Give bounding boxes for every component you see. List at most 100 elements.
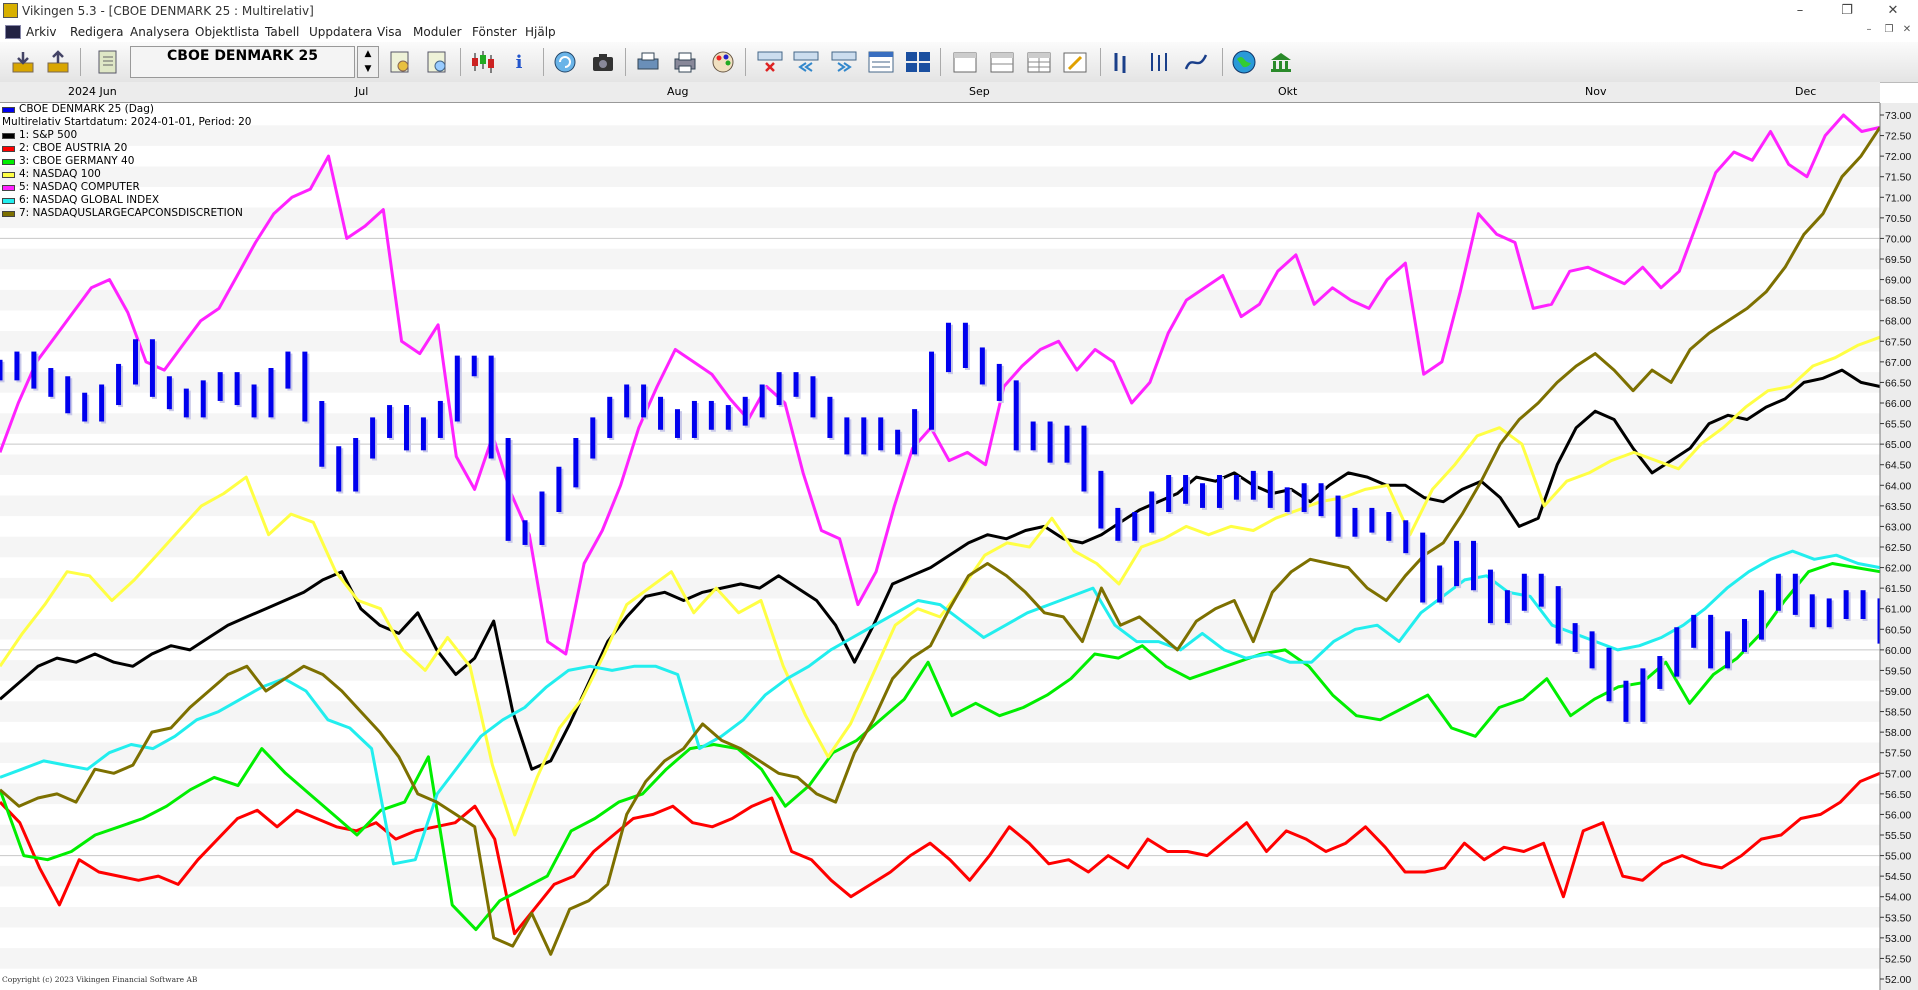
calendar-edit-icon[interactable]	[1060, 47, 1090, 77]
month-label: Okt	[1278, 85, 1298, 98]
globe-icon[interactable]	[1229, 47, 1259, 77]
mdi-close-button[interactable]: ✕	[1898, 24, 1916, 40]
legend-entry[interactable]: 6: NASDAQ GLOBAL INDEX	[2, 194, 251, 207]
symbol-spinner[interactable]: ▲ ▼	[357, 46, 379, 78]
multirelative-chart[interactable]: 52.00 52.50 53.00 53.50 54.00 54.50 55.00 55.50…	[0, 103, 1918, 990]
mdi-minimize-button[interactable]: –	[1860, 24, 1878, 40]
legend-subtitle-text: Multirelativ Startdatum: 2024-01-01, Per…	[2, 116, 252, 128]
close-button[interactable]: ✕	[1878, 2, 1908, 20]
y-tick-label: 67.50	[1885, 336, 1911, 348]
y-tick-label: 59.50	[1885, 665, 1911, 677]
y-tick-label: 69.50	[1885, 254, 1911, 266]
legend-entry[interactable]: 1: S&P 500	[2, 129, 251, 142]
grid-band	[0, 701, 1880, 722]
document-icon[interactable]	[5, 25, 21, 39]
spin-down-arrow[interactable]: ▼	[358, 62, 378, 77]
y-tick-label: 54.50	[1885, 871, 1911, 883]
y-tick-label: 60.00	[1885, 645, 1911, 657]
app-icon	[3, 3, 18, 18]
grid-band	[0, 536, 1880, 558]
grid-band	[0, 742, 1880, 763]
legend-entry[interactable]: 2: CBOE AUSTRIA 20	[2, 142, 251, 155]
legend-entry[interactable]: 3: CBOE GERMANY 40	[2, 155, 251, 168]
candlestick-chart-icon[interactable]	[468, 47, 498, 77]
line-chart-icon[interactable]	[1181, 47, 1211, 77]
legend-swatch	[2, 158, 15, 165]
menu-objektlista[interactable]: Objektlista	[195, 25, 259, 39]
close-chart-icon[interactable]	[755, 47, 785, 77]
menu-redigera[interactable]: Redigera	[70, 25, 123, 39]
grid-band	[0, 372, 1880, 393]
month-label: Sep	[969, 85, 990, 98]
calendar-month-icon[interactable]	[1024, 47, 1054, 77]
scroll-back-icon[interactable]	[791, 47, 821, 77]
y-tick-label: 66.00	[1885, 398, 1911, 410]
mdi-restore-button[interactable]: ❐	[1880, 24, 1898, 40]
legend-label: 4: NASDAQ 100	[19, 168, 101, 180]
minimize-button[interactable]: –	[1785, 2, 1815, 20]
palette-icon[interactable]	[708, 47, 738, 77]
menu-bar: Arkiv Redigera Analysera Objektlista Tab…	[0, 22, 1918, 42]
bars-icon[interactable]	[1144, 47, 1174, 77]
export-icon[interactable]	[43, 47, 73, 77]
legend-entry[interactable]: 5: NASDAQ COMPUTER	[2, 181, 251, 194]
maximize-button[interactable]: ❐	[1832, 2, 1862, 20]
info-icon[interactable]: i	[504, 47, 534, 77]
symbol-field[interactable]: CBOE DENMARK 25	[130, 46, 355, 78]
legend-main-series: CBOE DENMARK 25 (Dag)	[2, 103, 251, 116]
quad-layout-icon[interactable]	[903, 47, 933, 77]
y-tick-label: 55.00	[1885, 851, 1911, 863]
calendar-day-icon[interactable]	[950, 47, 980, 77]
y-tick-label: 71.50	[1885, 172, 1911, 184]
toolbar: CBOE DENMARK 25 ▲ ▼ i	[0, 42, 1918, 83]
y-tick-label: 53.00	[1885, 933, 1911, 945]
scroll-forward-icon[interactable]	[829, 47, 859, 77]
spin-up-arrow[interactable]: ▲	[358, 47, 378, 62]
list-filter-icon[interactable]	[422, 47, 452, 77]
menu-moduler[interactable]: Moduler	[413, 25, 462, 39]
menu-tabell[interactable]: Tabell	[265, 25, 299, 39]
bank-icon[interactable]	[1266, 47, 1296, 77]
y-tick-label: 54.00	[1885, 892, 1911, 904]
y-tick-label: 70.50	[1885, 213, 1911, 225]
month-label: 2024 Jun	[68, 85, 117, 98]
window-layout-icon[interactable]	[866, 47, 896, 77]
y-tick-label: 57.00	[1885, 768, 1911, 780]
legend-swatch	[2, 171, 15, 178]
legend-label: 2: CBOE AUSTRIA 20	[19, 142, 128, 154]
grid-band	[0, 783, 1880, 805]
menu-uppdatera[interactable]: Uppdatera	[309, 25, 372, 39]
import-icon[interactable]	[8, 47, 38, 77]
y-tick-label: 64.50	[1885, 460, 1911, 472]
ohlc-bars-icon[interactable]	[1107, 47, 1137, 77]
legend-swatch	[2, 145, 15, 152]
month-label: Dec	[1795, 85, 1817, 98]
legend-entry[interactable]: 4: NASDAQ 100	[2, 168, 251, 181]
printer-icon[interactable]	[670, 47, 700, 77]
grid-band	[0, 454, 1880, 475]
legend-label: 1: S&P 500	[19, 129, 78, 141]
menu-analysera[interactable]: Analysera	[130, 25, 190, 39]
y-tick-label: 53.50	[1885, 912, 1911, 924]
legend-label: 6: NASDAQ GLOBAL INDEX	[19, 194, 160, 206]
legend-entry[interactable]: 7: NASDAQUSLARGECAPCONSDISCRETION	[2, 207, 251, 220]
y-tick-label: 66.50	[1885, 377, 1911, 389]
list-edit-icon[interactable]	[385, 47, 415, 77]
notebook-icon[interactable]	[92, 47, 122, 77]
menu-arkiv[interactable]: Arkiv	[26, 25, 57, 39]
refresh-icon[interactable]	[550, 47, 580, 77]
y-tick-label: 72.00	[1885, 151, 1911, 163]
calendar-week-icon[interactable]	[987, 47, 1017, 77]
y-tick-label: 58.50	[1885, 707, 1911, 719]
print-setup-icon[interactable]	[633, 47, 663, 77]
menu-hjalp[interactable]: Hjälp	[525, 25, 556, 39]
y-tick-label: 56.50	[1885, 789, 1911, 801]
month-label: Nov	[1585, 85, 1607, 98]
grid-band	[0, 660, 1880, 681]
menu-visa[interactable]: Visa	[377, 25, 402, 39]
y-tick-label: 67.00	[1885, 357, 1911, 369]
grid-band	[0, 413, 1880, 434]
camera-icon[interactable]	[588, 47, 618, 77]
y-tick-label: 61.50	[1885, 583, 1911, 595]
menu-fonster[interactable]: Fönster	[472, 25, 517, 39]
